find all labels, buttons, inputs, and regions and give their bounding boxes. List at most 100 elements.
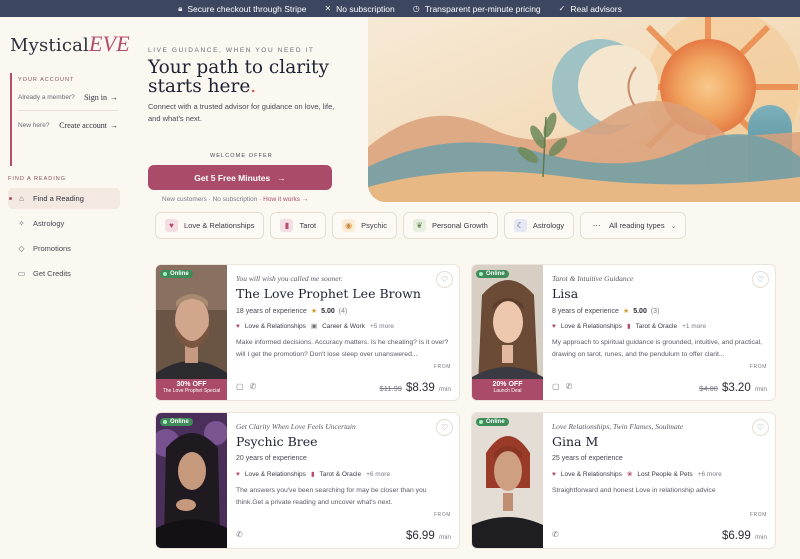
eye-icon: ◉ — [342, 219, 356, 232]
hero-illustration — [368, 17, 800, 202]
hero-subtitle: Connect with a trusted advisor for guida… — [148, 102, 335, 123]
promo-banner: 20% OFF Launch Deal — [472, 379, 543, 400]
welcome-offer-label: WELCOME OFFER — [210, 153, 273, 159]
advisor-price: $6.99/min — [721, 530, 767, 542]
advisor-price: $6.99/min — [405, 530, 451, 542]
favorite-heart-icon[interactable]: ♡ — [436, 271, 453, 288]
advisor-name[interactable]: Gina M — [552, 434, 598, 449]
advisor-categories: ♥ Love & Relationships ▣ Career & Work +5 mo… — [236, 322, 394, 331]
contact-methods: ▢ ✆ — [552, 382, 572, 391]
trust-item-pricing: ◷ Transparent per-minute pricing — [412, 3, 541, 14]
trust-item-real-advisors: ✓ Real advisors — [558, 3, 622, 14]
advisor-tagline: You will wish you called me sooner. — [236, 274, 343, 283]
phone-icon: ✆ — [552, 530, 559, 539]
trust-bar: 🔒︎ Secure checkout through Stripe ✕ No sub… — [0, 0, 800, 17]
star-icon: ★ — [622, 308, 630, 315]
phone-icon: ✆ — [565, 382, 573, 391]
sidebar-item-find-a-reading[interactable]: ⌂ Find a Reading — [8, 188, 120, 209]
advisor-categories: ♥ Love & Relationships ❀ Lost People & Pets… — [552, 470, 722, 479]
credit-card-icon: ▭ — [17, 269, 26, 278]
phone-icon: ✆ — [249, 382, 257, 391]
check-icon: ✓ — [558, 4, 566, 13]
price-from-label: FROM — [433, 512, 451, 518]
contact-methods: ✆ — [236, 530, 243, 539]
cta-note: New customers · No subscription · How it… — [162, 196, 309, 203]
advisor-photo — [472, 413, 543, 548]
star-icon: ★ — [310, 308, 318, 315]
promo-banner: 30% OFF The Love Prophet Special — [156, 379, 227, 400]
hero-headline: Your path to clarity starts here. — [148, 57, 329, 97]
advisor-card[interactable]: Online Get Clarity When Love Feels Uncer… — [155, 412, 460, 549]
create-account-link[interactable]: Create account → — [59, 121, 118, 130]
advisor-card[interactable]: Online 30% OFF The Love Prophet Special … — [155, 264, 460, 401]
advisor-card[interactable]: Online Love Relationships, Twin Flames, … — [471, 412, 776, 549]
heart-icon: ♥ — [552, 470, 556, 478]
advisor-description: Straightforward and honest Love in relat… — [552, 487, 716, 494]
category-psychic[interactable]: ◉ Psychic — [332, 212, 397, 239]
favorite-heart-icon[interactable]: ♡ — [436, 419, 453, 436]
moon-icon: ☾ — [513, 219, 527, 232]
sign-in-row: Already a member? Sign in → — [18, 93, 118, 102]
trust-item-no-subscription: ✕ No subscription — [324, 3, 395, 14]
favorite-heart-icon[interactable]: ♡ — [752, 271, 769, 288]
account-panel: YOUR ACCOUNT Already a member? Sign in → … — [10, 73, 118, 166]
sidebar-item-promotions[interactable]: ◇ Promotions — [8, 238, 120, 259]
advisor-name[interactable]: Lisa — [552, 286, 578, 301]
phone-icon: ✆ — [236, 530, 243, 539]
chat-icon: ▢ — [552, 382, 560, 391]
logo[interactable]: MysticalEVE — [10, 31, 130, 57]
new-prompt: New here? — [18, 122, 50, 129]
status-badge: Online — [160, 418, 193, 426]
heart-icon: ♥ — [236, 322, 240, 330]
advisor-description: The answers you've been searching for ma… — [236, 487, 427, 506]
free-minutes-button[interactable]: Get 5 Free Minutes → — [148, 165, 332, 190]
create-account-row: New here? Create account → — [18, 121, 118, 130]
briefcase-icon: ▣ — [310, 323, 318, 330]
leaf-icon: ❦ — [413, 219, 426, 232]
sign-in-link[interactable]: Sign in → — [84, 93, 118, 102]
all-reading-types-dropdown[interactable]: ⋯ All reading types ⌄ — [580, 212, 687, 239]
advisor-meta: 25 years of experience — [552, 455, 623, 462]
advisor-name[interactable]: The Love Prophet Lee Brown — [236, 286, 421, 301]
advisor-description: My approach to spiritual guidance is gro… — [552, 339, 763, 358]
arrow-right-icon: → — [110, 93, 118, 102]
tag-icon: ◇ — [18, 244, 25, 253]
x-icon: ✕ — [324, 4, 332, 13]
status-badge: Online — [476, 418, 509, 426]
sidebar-item-astrology[interactable]: ✧ Astrology — [8, 213, 120, 234]
advisor-price: $4.00 $3.20/min — [699, 382, 767, 394]
clock-icon: ◷ — [412, 4, 420, 13]
advisor-name[interactable]: Psychic Bree — [236, 434, 318, 449]
advisor-categories: ♥ Love & Relationships ▮ Tarot & Oracle +1 m… — [552, 322, 707, 331]
divider — [18, 110, 118, 111]
advisor-tagline: Get Clarity When Love Feels Uncertain — [236, 422, 356, 431]
advisor-description: Make informed decisions. Accuracy matter… — [236, 339, 449, 358]
arrow-right-icon: → — [277, 172, 286, 183]
category-filter-bar: ♥ Love & Relationships ▮ Tarot ◉ Psychic ❦ P… — [155, 212, 687, 239]
tarot-card-icon: ▮ — [280, 219, 294, 232]
price-from-label: FROM — [433, 364, 451, 370]
sidebar-nav: ⌂ Find a Reading ✧ Astrology ◇ Promotions ▭… — [8, 188, 120, 288]
status-badge: Online — [160, 270, 193, 278]
category-personal-growth[interactable]: ❦ Personal Growth — [403, 212, 498, 239]
hero-text: LIVE GUIDANCE, WHEN YOU NEED IT Your pat… — [148, 17, 363, 203]
tarot-card-icon: ▮ — [310, 471, 315, 478]
category-tarot[interactable]: ▮ Tarot — [270, 212, 327, 239]
more-icon: ⋯ — [592, 221, 601, 230]
status-badge: Online — [476, 270, 509, 278]
advisor-meta: 18 years of experience ★ 5.00 (4) — [236, 307, 348, 316]
category-love-relationships[interactable]: ♥ Love & Relationships — [155, 212, 265, 239]
price-from-label: FROM — [749, 512, 767, 518]
how-it-works-link[interactable]: How it works → — [263, 196, 308, 203]
account-label: YOUR ACCOUNT — [18, 77, 75, 83]
favorite-heart-icon[interactable]: ♡ — [752, 419, 769, 436]
paw-icon: ❀ — [626, 471, 633, 478]
member-prompt: Already a member? — [18, 94, 75, 101]
category-astrology[interactable]: ☾ Astrology — [503, 212, 575, 239]
advisor-card[interactable]: Online 20% OFF Launch Deal Tarot & Intui… — [471, 264, 776, 401]
sidebar-item-get-credits[interactable]: ▭ Get Credits — [8, 263, 120, 284]
heart-icon: ♥ — [165, 219, 178, 232]
arrow-right-icon: → — [110, 121, 118, 130]
advisor-info: Get Clarity When Love Feels Uncertain Ps… — [236, 413, 459, 548]
find-reading-label: FIND A READING — [8, 176, 67, 182]
